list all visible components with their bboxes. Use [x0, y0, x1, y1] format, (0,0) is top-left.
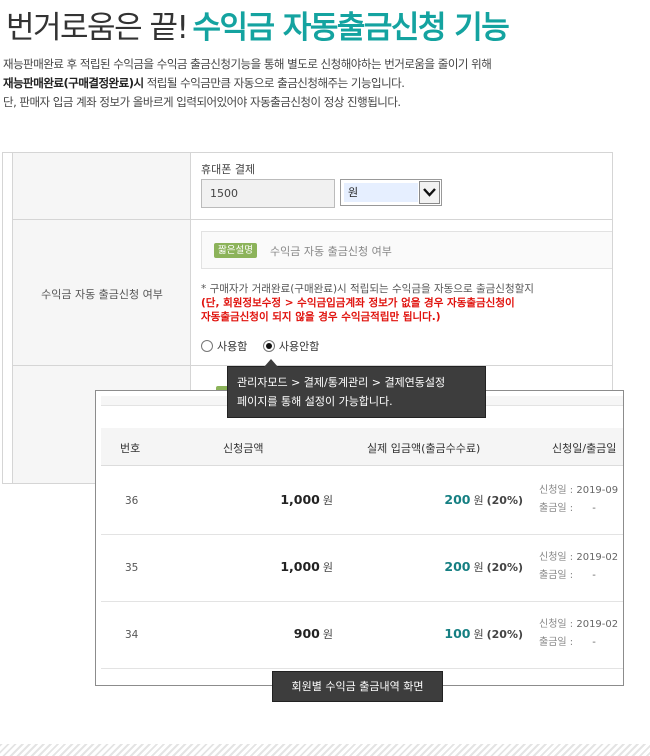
- radio-use[interactable]: 사용함: [201, 338, 247, 354]
- headline-teal: 수익금 자동출금신청 기능: [192, 10, 510, 46]
- withdraw-date: -: [592, 570, 596, 581]
- row-real-value: 200: [444, 559, 471, 574]
- table-header: 번호 신청금액 실제 입금액(출금수수료) 신청일/출금일: [101, 428, 623, 466]
- radio-nouse-label: 사용안함: [278, 340, 320, 353]
- currency-unit: 원: [322, 494, 333, 507]
- radio-use-circle[interactable]: [201, 340, 213, 352]
- currency-unit: 원: [473, 628, 484, 641]
- request-date-label: 신청일: [539, 485, 567, 496]
- desc-line-1: 재능판매완료 후 적립된 수익금을 수익금 출금신청기능을 통해 별도로 신청해…: [3, 57, 492, 71]
- table-row: 35 1,000 원 200 원 (20%) 신청일 : 2019-02 출금일 : …: [101, 534, 623, 602]
- help-badge: 짧은설명: [214, 243, 257, 258]
- request-date-label: 신청일: [539, 619, 567, 630]
- settings-path-tooltip: 관리자모드 > 결제/통계관리 > 결제연동설정 페이지를 통해 설정이 가능합…: [227, 359, 486, 418]
- row-separator: [13, 219, 612, 220]
- row-amount: 1,000 원: [280, 559, 333, 575]
- row-no: 34: [125, 629, 139, 641]
- withdraw-date-label: 출금일: [539, 637, 567, 648]
- currency-unit: 원: [322, 628, 333, 641]
- unit-select-value: 원: [344, 183, 418, 202]
- request-date-label: 신청일: [539, 552, 567, 563]
- amount-input[interactable]: 1500: [201, 179, 335, 208]
- row-fee: (20%): [486, 561, 523, 574]
- row-real-value: 200: [444, 492, 471, 507]
- tooltip-line-2: 페이지를 통해 설정이 가능합니다.: [237, 395, 393, 408]
- unit-select[interactable]: 원: [340, 179, 442, 206]
- request-date: 2019-02: [576, 552, 619, 563]
- withdraw-date: -: [592, 503, 596, 514]
- radio-nouse[interactable]: 사용안함: [262, 338, 320, 354]
- desc-line-2-bold: 재능판매완료(구매결정완료)시: [3, 76, 144, 90]
- help-box: 짧은설명 수익금 자동 출금신청 여부: [201, 231, 612, 269]
- desc-line-2-rest: 적립될 수익금만큼 자동으로 출금신청해주는 기능입니다.: [143, 76, 405, 90]
- row-fee: (20%): [486, 628, 523, 641]
- row-amount-value: 1,000: [280, 559, 320, 574]
- radio-nouse-circle[interactable]: [262, 340, 275, 352]
- row-real-value: 100: [444, 626, 471, 641]
- screen-caption: 회원별 수익금 출금내역 화면: [272, 671, 443, 702]
- currency-unit: 원: [473, 494, 484, 507]
- col-header-real: 실제 입금액(출금수수료): [367, 442, 481, 455]
- table-row: 36 1,000 원 200 원 (20%) 신청일 : 2019-09 출금일 : …: [101, 467, 623, 535]
- feature-description: 재능판매완료 후 적립된 수익금을 수익금 출금신청기능을 통해 별도로 신청해…: [3, 55, 643, 112]
- row-real-amount: 200 원 (20%): [444, 559, 523, 575]
- radio-use-label: 사용함: [217, 340, 248, 353]
- select-dropdown-button[interactable]: [419, 181, 440, 204]
- row-real-amount: 100 원 (20%): [444, 626, 523, 642]
- row-real-amount: 200 원 (20%): [444, 492, 523, 508]
- note-line-2: (단, 회원정보수정 > 수익금입금계좌 정보가 없을 경우 자동출금신청이: [201, 297, 515, 309]
- withdraw-date-label: 출금일: [539, 503, 567, 514]
- page-headline: 번거로움은 끝! 수익금 자동출금신청 기능: [6, 2, 510, 46]
- currency-unit: 원: [473, 561, 484, 574]
- row-dates: 신청일 : 2019-02 출금일 : -: [539, 619, 619, 648]
- col-header-dates: 신청일/출금일: [552, 442, 617, 455]
- row-dates: 신청일 : 2019-02 출금일 : -: [539, 552, 619, 581]
- row-amount: 1,000 원: [280, 492, 333, 508]
- row-dates: 신청일 : 2019-09 출금일 : -: [539, 485, 619, 514]
- request-date: 2019-02: [576, 619, 619, 630]
- desc-line-3: 단, 판매자 입금 계좌 정보가 올바르게 입력되어있어야 자동출금신청이 정상…: [3, 95, 401, 109]
- withdraw-history-card: 번호 신청금액 실제 입금액(출금수수료) 신청일/출금일 36 1,000 원 …: [95, 390, 624, 686]
- col-header-no: 번호: [120, 442, 141, 455]
- chevron-down-icon: [423, 188, 436, 197]
- withdraw-date: -: [592, 637, 596, 648]
- note-line-3: 자동출금신청이 되지 않을 경우 수익금적립만 됩니다.): [201, 311, 441, 323]
- tooltip-arrow: [264, 359, 278, 367]
- withdraw-date-label: 출금일: [539, 570, 567, 581]
- currency-unit: 원: [322, 561, 333, 574]
- headline-dark: 번거로움은 끝!: [6, 10, 189, 46]
- footer-divider: [0, 744, 650, 756]
- request-date: 2019-09: [576, 485, 619, 496]
- setting-note: * 구매자가 거래완료(구매완료)시 적립되는 수익금을 자동으로 출금신청할지…: [201, 282, 612, 324]
- note-line-1: * 구매자가 거래완료(구매완료)시 적립되는 수익금을 자동으로 출금신청할지: [201, 283, 534, 295]
- col-header-amount: 신청금액: [223, 442, 264, 455]
- row-amount: 900 원: [294, 626, 333, 642]
- row-fee: (20%): [486, 494, 523, 507]
- row-no: 35: [125, 562, 139, 574]
- auto-withdraw-radio-group: 사용함 사용안함: [201, 338, 331, 355]
- auto-withdraw-row-label: 수익금 자동 출금신청 여부: [41, 288, 163, 301]
- help-text: 수익금 자동 출금신청 여부: [270, 245, 392, 258]
- table-row: 34 900 원 100 원 (20%) 신청일 : 2019-02 출금일 : -: [101, 601, 623, 669]
- row-amount-value: 1,000: [280, 492, 320, 507]
- tooltip-line-1: 관리자모드 > 결제/통계관리 > 결제연동설정: [237, 376, 446, 389]
- desc-line-2: 재능판매완료(구매결정완료)시 적립될 수익금만큼 자동으로 출금신청해주는 기…: [3, 74, 643, 93]
- payment-method-label: 휴대폰 결제: [201, 163, 256, 176]
- row-amount-value: 900: [293, 626, 320, 641]
- row-no: 36: [125, 495, 139, 507]
